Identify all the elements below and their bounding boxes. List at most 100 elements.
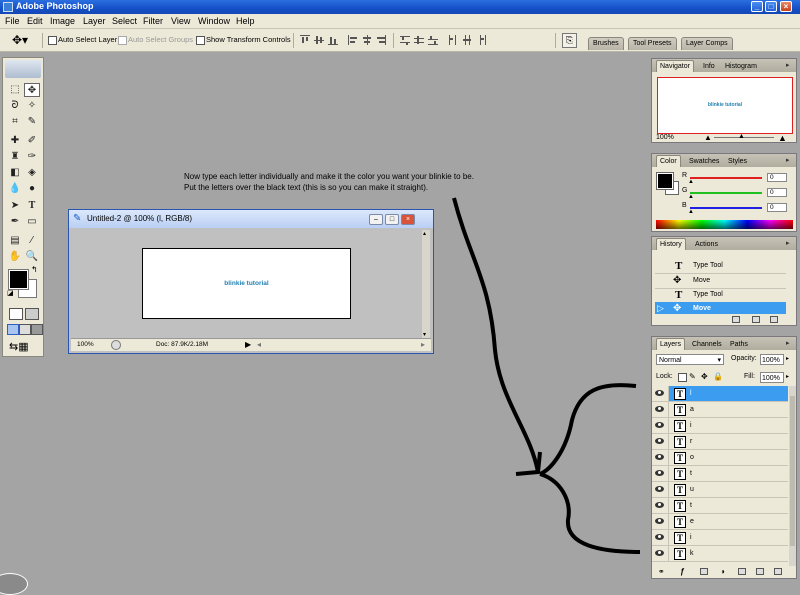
zoom-tool-icon[interactable]: 🔍 xyxy=(24,250,40,264)
menu-help[interactable]: Help xyxy=(236,16,255,26)
history-state-slider-icon[interactable]: ▷ xyxy=(657,303,664,314)
distribute-vcenter-icon[interactable] xyxy=(414,35,424,45)
menu-filter[interactable]: Filter xyxy=(143,16,163,26)
pen-tool-icon[interactable]: ✒ xyxy=(7,215,23,229)
channel-b-value[interactable]: 0 xyxy=(767,203,787,212)
history-brush-tool-icon[interactable]: ✑ xyxy=(24,150,40,164)
tab-paths[interactable]: Paths xyxy=(727,339,751,350)
layer-visibility-toggle[interactable] xyxy=(652,386,669,401)
layer-visibility-toggle[interactable] xyxy=(652,482,669,497)
layer-row[interactable]: Tu xyxy=(652,482,788,498)
tab-styles[interactable]: Styles xyxy=(725,156,750,167)
file-browser-icon[interactable]: ⎘ xyxy=(562,33,577,48)
tab-channels[interactable]: Channels xyxy=(689,339,725,350)
panel-menu-icon[interactable]: ▸ xyxy=(786,240,793,247)
channel-g-thumb[interactable]: ▲ xyxy=(688,194,694,200)
blur-tool-icon[interactable]: 💧 xyxy=(7,182,23,196)
fill-arrow-icon[interactable]: ▸ xyxy=(786,373,789,380)
tab-color[interactable]: Color xyxy=(656,155,681,167)
paint-bucket-tool-icon[interactable]: ◈ xyxy=(24,166,40,180)
delete-layer-icon[interactable] xyxy=(774,568,782,575)
close-button[interactable]: × xyxy=(780,1,792,12)
tab-info[interactable]: Info xyxy=(700,61,718,72)
tab-histogram[interactable]: Histogram xyxy=(722,61,760,72)
distribute-top-icon[interactable] xyxy=(400,35,410,45)
adjustment-layer-icon[interactable]: ◑ xyxy=(720,567,725,576)
history-item[interactable]: ✥ Move xyxy=(655,274,786,289)
create-snapshot-icon[interactable] xyxy=(752,316,760,323)
lock-image-icon[interactable]: ✎ xyxy=(689,372,696,381)
well-tab-layer-comps[interactable]: Layer Comps xyxy=(681,37,733,50)
layer-row[interactable]: Tr xyxy=(652,434,788,450)
layer-visibility-toggle[interactable] xyxy=(652,530,669,545)
slice-tool-icon[interactable]: ✎ xyxy=(24,115,40,129)
scroll-left-icon[interactable]: ◂ xyxy=(257,340,261,349)
well-tab-tool-presets[interactable]: Tool Presets xyxy=(628,37,677,50)
align-right-icon[interactable] xyxy=(376,35,386,45)
magic-wand-tool-icon[interactable]: ✧ xyxy=(24,99,40,113)
channel-r-value[interactable]: 0 xyxy=(767,173,787,182)
layers-scrollbar[interactable] xyxy=(789,386,796,566)
well-tab-brushes[interactable]: Brushes xyxy=(588,37,624,50)
menu-image[interactable]: Image xyxy=(50,16,75,26)
layer-style-icon[interactable]: ƒ xyxy=(680,567,684,576)
marquee-tool-icon[interactable]: ⬚ xyxy=(7,83,23,97)
layer-visibility-toggle[interactable] xyxy=(652,434,669,449)
show-transform-controls-checkbox[interactable] xyxy=(196,36,205,45)
panel-menu-icon[interactable]: ▸ xyxy=(786,62,793,69)
channel-r-thumb[interactable]: ▲ xyxy=(688,179,694,185)
tab-layers[interactable]: Layers xyxy=(656,338,686,350)
minimize-button[interactable]: _ xyxy=(751,1,763,12)
screen-mode-menu-icon[interactable] xyxy=(19,324,31,335)
menu-view[interactable]: View xyxy=(171,16,190,26)
align-hcenter-icon[interactable] xyxy=(362,35,372,45)
layer-row[interactable]: Tk xyxy=(652,546,788,562)
menu-select[interactable]: Select xyxy=(112,16,137,26)
document-window[interactable]: ✎ Untitled-2 @ 100% (l, RGB/8) – □ × bli… xyxy=(68,209,434,354)
color-ramp[interactable] xyxy=(656,220,793,229)
clone-stamp-tool-icon[interactable]: ♜ xyxy=(7,150,23,164)
layer-visibility-toggle[interactable] xyxy=(652,514,669,529)
color-foreground-swatch-top[interactable] xyxy=(656,172,674,190)
layer-visibility-toggle[interactable] xyxy=(652,402,669,417)
opacity-arrow-icon[interactable]: ▸ xyxy=(786,355,789,362)
distribute-right-icon[interactable] xyxy=(476,35,486,45)
swap-colors-icon[interactable]: ↰ xyxy=(31,265,38,274)
document-minimize-button[interactable]: – xyxy=(369,214,383,225)
layer-row[interactable]: Te xyxy=(652,514,788,530)
panel-menu-icon[interactable]: ▸ xyxy=(786,340,793,347)
new-document-from-state-icon[interactable] xyxy=(732,316,740,323)
channel-r-slider[interactable] xyxy=(690,177,762,179)
menu-layer[interactable]: Layer xyxy=(83,16,106,26)
move-tool-icon[interactable]: ✥ xyxy=(24,83,40,97)
lock-transparent-icon[interactable] xyxy=(678,373,687,382)
layer-row[interactable]: Ti xyxy=(652,418,788,434)
distribute-bottom-icon[interactable] xyxy=(428,35,438,45)
lasso-tool-icon[interactable]: ᘐ xyxy=(7,99,23,113)
layer-visibility-toggle[interactable] xyxy=(652,450,669,465)
lock-position-icon[interactable]: ✥ xyxy=(701,372,708,381)
notes-tool-icon[interactable]: ▤ xyxy=(7,234,23,248)
brush-tool-icon[interactable]: ✐ xyxy=(24,134,40,148)
history-item[interactable]: T Type Tool xyxy=(655,288,786,303)
new-group-icon[interactable] xyxy=(738,568,746,575)
document-maximize-button[interactable]: □ xyxy=(385,214,399,225)
layer-row[interactable]: Tt xyxy=(652,466,788,482)
layer-row[interactable]: Ti xyxy=(652,530,788,546)
zoom-slider-thumb[interactable]: ▲ xyxy=(738,133,745,140)
status-menu-icon[interactable] xyxy=(111,340,121,350)
document-close-button[interactable]: × xyxy=(401,214,415,225)
layer-visibility-toggle[interactable] xyxy=(652,418,669,433)
channel-b-thumb[interactable]: ▲ xyxy=(688,209,694,215)
history-item[interactable]: T Type Tool xyxy=(655,259,786,274)
layer-visibility-toggle[interactable] xyxy=(652,466,669,481)
layers-scroll-thumb[interactable] xyxy=(790,396,795,546)
eraser-tool-icon[interactable]: ◧ xyxy=(7,166,23,180)
quick-mask-mode-icon[interactable] xyxy=(25,308,39,320)
hand-tool-icon[interactable]: ✋ xyxy=(7,250,23,264)
screen-mode-full-icon[interactable] xyxy=(31,324,43,335)
layer-visibility-toggle[interactable] xyxy=(652,498,669,513)
feather-logo-icon[interactable] xyxy=(5,60,41,78)
image-canvas[interactable]: blinkie tutorial xyxy=(142,248,351,319)
panel-menu-icon[interactable]: ▸ xyxy=(786,157,793,164)
